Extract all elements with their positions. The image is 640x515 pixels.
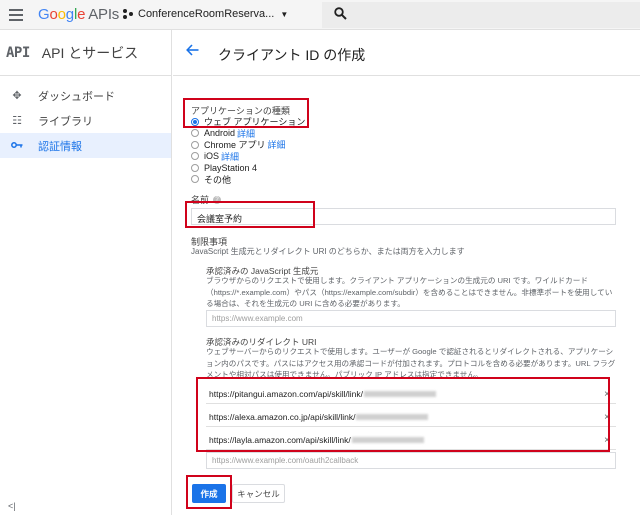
chevron-down-icon: ▼ [280,9,289,19]
redacted-text [351,437,424,443]
redacted-text [364,391,437,397]
radio-playstation-4[interactable]: PlayStation 4 [191,162,491,174]
remove-icon[interactable]: × [604,435,610,446]
api-logo-icon: API [6,44,30,61]
sidebar-title: API とサービス [41,44,139,61]
collapse-sidebar-icon[interactable]: <| [8,501,16,511]
sidebar-header: API API とサービス [0,30,171,76]
google-apis-logo[interactable]: Google APIs [38,6,119,23]
create-button[interactable]: 作成 [192,484,226,503]
name-label-row: 名前 ? [191,193,222,206]
radio-button[interactable] [191,175,199,184]
name-label: 名前 [191,195,210,205]
project-icon [123,9,133,19]
remove-icon[interactable]: × [604,389,610,400]
redirect-uri-row[interactable]: https://alexa.amazon.co.jp/api/skill/lin… [206,408,616,427]
page-header: クライアント ID の作成 [173,30,640,76]
main-panel: クライアント ID の作成 アプリケーションの種類 ウェブ アプリケーション A… [173,30,640,515]
sidebar-item-credentials[interactable]: 認証情報 [0,133,171,158]
sidebar-item-library[interactable]: ☷ ライブラリ [0,108,171,133]
redirect-uri-row[interactable]: https://pitangui.amazon.com/api/skill/li… [206,385,616,404]
name-input[interactable]: 会議室予約 [191,208,616,225]
details-link[interactable]: 詳細 [268,138,286,151]
help-icon[interactable]: ? [213,195,222,204]
radio-web-application[interactable]: ウェブ アプリケーション [191,116,491,128]
redirect-uris-description: ウェブサーバーからのリクエストで使用します。ユーザーが Google で認証され… [206,347,616,379]
radio-button[interactable] [191,163,199,172]
library-icon: ☷ [12,115,22,127]
details-link[interactable]: 詳細 [221,150,239,163]
project-selector[interactable]: ConferenceRoomReserva... ▼ [123,8,288,20]
key-icon [10,140,24,152]
search-bar[interactable] [322,2,640,28]
radio-button[interactable] [191,152,199,161]
menu-icon[interactable] [8,7,24,23]
sidebar-item-dashboard[interactable]: ✥ ダッシュボード [0,83,171,108]
js-origin-input[interactable]: https://www.example.com [206,310,616,327]
project-name: ConferenceRoomReserva... [138,8,275,20]
redirect-uri-input[interactable]: https://www.example.com/oauth2callback [206,452,616,469]
radio-button[interactable] [191,129,199,138]
dashboard-icon: ✥ [12,90,22,102]
back-arrow-icon[interactable] [186,43,199,60]
app-type-group: アプリケーションの種類 ウェブ アプリケーション Android 詳細 Chro… [191,104,491,185]
radio-button[interactable] [191,117,199,126]
sidebar: API API とサービス ✥ ダッシュボード ☷ ライブラリ 認証情報 <| [0,30,172,515]
radio-ios[interactable]: iOS 詳細 [191,151,491,163]
radio-button[interactable] [191,140,199,149]
redacted-text [356,414,429,420]
restrictions-description: JavaScript 生成元とリダイレクト URI のどちらか、または両方を入力… [191,247,465,256]
js-origins-description: ブラウザからのリクエストで使用します。クライアント アプリケーションの生成元の … [206,276,613,308]
page-title: クライアント ID の作成 [218,47,366,63]
redirect-uri-row[interactable]: https://layla.amazon.com/api/skill/link/… [206,431,616,450]
top-bar: Google APIs ConferenceRoomReserva... ▼ [0,0,640,30]
cancel-button[interactable]: キャンセル [232,484,285,503]
search-icon [334,7,347,23]
remove-icon[interactable]: × [604,412,610,423]
app-type-label: アプリケーションの種類 [191,106,290,116]
radio-other[interactable]: その他 [191,174,491,186]
